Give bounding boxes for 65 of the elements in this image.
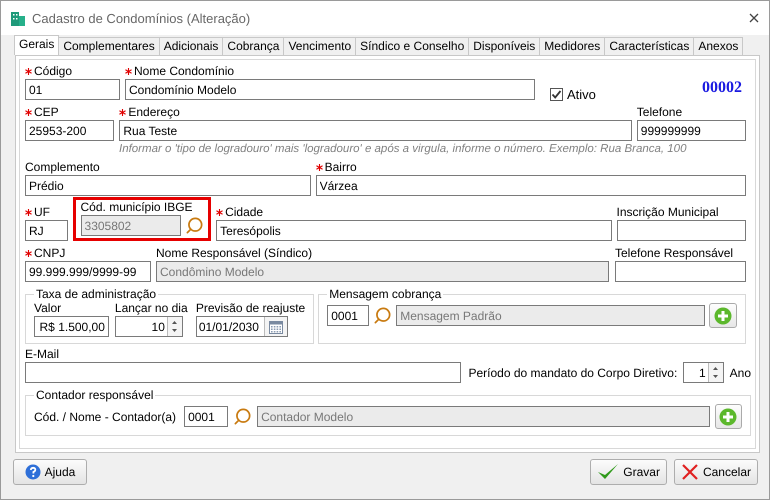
field-label: Cód. município IBGE <box>80 200 193 214</box>
field-label: UF <box>34 205 50 219</box>
field-label: Complemento <box>25 160 100 174</box>
checkbox-label[interactable]: Ativo <box>567 87 596 102</box>
input-field[interactable]: R$ 1.500,00 <box>34 316 109 337</box>
input-field[interactable] <box>615 261 746 282</box>
input-field[interactable] <box>616 220 746 241</box>
field-label: Nome Condomínio <box>134 64 234 78</box>
add-button[interactable] <box>714 404 742 429</box>
unit-label: Ano <box>730 366 751 380</box>
input-field[interactable]: 999999999 <box>636 120 746 141</box>
field-label: Inscrição Municipal <box>616 205 719 219</box>
save-button[interactable]: Gravar <box>590 459 667 485</box>
field-label: E-Mail <box>25 347 60 361</box>
tab[interactable]: Anexos <box>693 37 744 55</box>
field-label: Código <box>34 64 72 78</box>
record-code: 00002 <box>702 79 742 97</box>
field-label: Nome Responsável (Síndico) <box>156 246 312 260</box>
calendar-icon[interactable] <box>268 320 283 334</box>
group-title: Contador responsável <box>36 388 154 402</box>
field-label: Endereço <box>128 105 180 119</box>
input-field[interactable]: 01 <box>25 79 120 100</box>
checkmark-icon <box>597 463 620 481</box>
add-button[interactable] <box>709 303 737 328</box>
field-label: Telefone Responsável <box>615 246 734 260</box>
input-field[interactable]: Rua Teste <box>119 120 632 141</box>
add-icon <box>719 408 738 426</box>
input-field[interactable]: 0001 <box>327 305 370 326</box>
field-label: Previsão de reajuste <box>196 301 306 315</box>
field-label: Bairro <box>324 160 357 174</box>
input-field[interactable]: Teresópolis <box>216 220 612 241</box>
add-icon <box>714 306 732 324</box>
cancel-button[interactable]: Cancelar <box>674 459 758 485</box>
field-label: CNPJ <box>34 246 66 260</box>
field-label: CEP <box>34 105 59 119</box>
checkbox[interactable] <box>550 88 563 101</box>
input-field[interactable]: 25953-200 <box>25 120 114 141</box>
input-field[interactable]: Prédio <box>25 175 311 196</box>
input-field[interactable]: Condomínio Modelo <box>125 79 535 100</box>
close-icon[interactable] <box>749 13 759 23</box>
input-field[interactable]: RJ <box>25 220 68 241</box>
building-icon <box>11 10 25 26</box>
close-icon <box>680 463 699 481</box>
field-label: Lançar no dia <box>114 301 189 315</box>
field-label: Período do mandato do Corpo Diretivo: <box>468 366 678 380</box>
field-label: Cód. / Nome - Contador(a) <box>34 410 176 424</box>
search-icon[interactable] <box>233 407 252 426</box>
window-title: Cadastro de Condomínios (Alteração) <box>32 10 252 26</box>
tab[interactable]: Complementares <box>58 37 160 55</box>
hint-text: Informar o 'tipo de logradouro' mais 'logradouro' e após a virgula, informe o número. Exemplo: Rua Branca, 100 <box>119 143 688 155</box>
help-icon <box>24 464 41 480</box>
group-title: Mensagem cobrança <box>329 287 442 301</box>
input-field[interactable]: 99.999.999/9999-99 <box>25 261 151 282</box>
field-label: Telefone <box>636 105 682 119</box>
group-title: Taxa de administração <box>36 287 156 301</box>
tab[interactable]: Disponíveis <box>468 37 540 55</box>
tab[interactable]: Gerais <box>14 35 60 55</box>
field-label: Valor <box>34 301 62 315</box>
help-button[interactable]: Ajuda <box>13 459 87 485</box>
tab[interactable]: Cobrança <box>222 37 284 55</box>
input-field[interactable]: 0001 <box>184 406 228 427</box>
search-icon[interactable] <box>373 306 392 325</box>
email-field[interactable] <box>25 362 460 383</box>
input-field[interactable]: Várzea <box>316 175 746 196</box>
field-label: Cidade <box>225 205 264 219</box>
